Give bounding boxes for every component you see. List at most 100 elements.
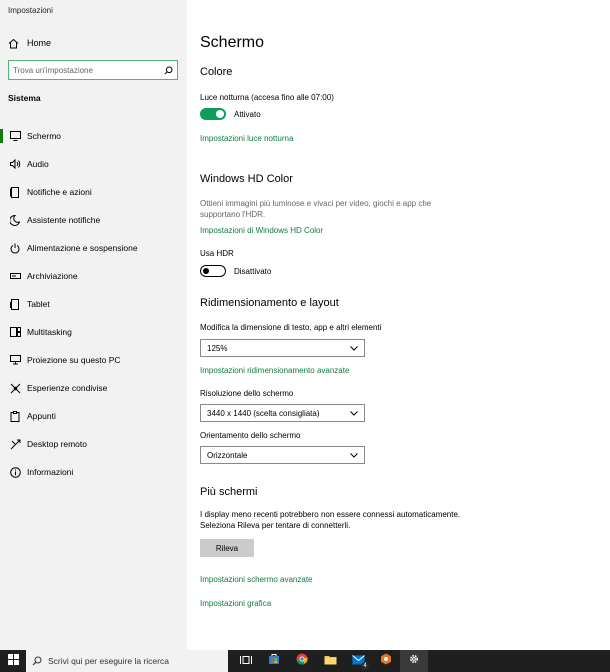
settings-search-box[interactable] xyxy=(8,60,178,80)
multi-display-description: I display meno recenti potrebbero non es… xyxy=(200,510,461,531)
sidebar-item-desktop-remoto[interactable]: Desktop remoto xyxy=(0,430,187,458)
mail-badge: 4 xyxy=(361,662,369,670)
orientation-label: Orientamento dello schermo xyxy=(200,431,301,440)
sidebar-item-esperienze[interactable]: Esperienze condivise xyxy=(0,374,187,402)
power-icon xyxy=(9,242,21,254)
use-hdr-label: Usa HDR xyxy=(200,249,234,258)
sidebar: Impostazioni Home Sistema Schermo Audio … xyxy=(0,0,187,650)
sidebar-item-archiviazione[interactable]: Archiviazione xyxy=(0,262,187,290)
speaker-icon xyxy=(9,158,21,170)
app-button[interactable] xyxy=(372,650,400,672)
sidebar-item-tablet[interactable]: Tablet xyxy=(0,290,187,318)
sidebar-item-informazioni[interactable]: Informazioni xyxy=(0,458,187,486)
sidebar-item-schermo[interactable]: Schermo xyxy=(0,122,187,150)
sidebar-item-label: Notifiche e azioni xyxy=(27,187,92,197)
taskbar-search-box[interactable]: Scrivi qui per eseguire la ricerca xyxy=(26,650,228,672)
sidebar-item-label: Informazioni xyxy=(27,467,74,477)
task-view-icon xyxy=(240,652,252,670)
use-hdr-toggle-row[interactable]: Disattivato xyxy=(200,265,271,277)
home-label: Home xyxy=(27,38,52,48)
home-link[interactable]: Home xyxy=(8,36,51,50)
search-icon xyxy=(32,656,42,666)
main-content: Schermo Colore Luce notturna (accesa fin… xyxy=(187,0,610,650)
night-light-toggle-row[interactable]: Attivato xyxy=(200,108,261,120)
text-size-value: 125% xyxy=(207,343,228,353)
multitasking-icon xyxy=(9,326,21,338)
sidebar-item-label: Esperienze condivise xyxy=(27,383,108,393)
settings-search-input[interactable] xyxy=(13,65,163,75)
orientation-select[interactable]: Orizzontale xyxy=(200,446,365,464)
sidebar-item-notifiche[interactable]: Notifiche e azioni xyxy=(0,178,187,206)
sidebar-item-proiezione[interactable]: Proiezione su questo PC xyxy=(0,346,187,374)
hexagon-app-icon xyxy=(380,652,392,670)
resolution-label: Risoluzione dello schermo xyxy=(200,389,294,398)
night-light-toggle[interactable] xyxy=(200,108,226,120)
monitor-icon xyxy=(9,130,21,142)
sidebar-item-label: Schermo xyxy=(27,131,62,141)
hdr-settings-link[interactable]: Impostazioni di Windows HD Color xyxy=(200,226,323,235)
night-light-label: Luce notturna (accesa fino alle 07:00) xyxy=(200,93,334,102)
hdr-heading: Windows HD Color xyxy=(200,173,293,185)
remote-icon xyxy=(9,438,21,450)
notification-icon xyxy=(9,186,21,198)
projection-icon xyxy=(9,354,21,366)
share-icon xyxy=(9,382,21,394)
chrome-icon xyxy=(296,652,308,670)
hdr-description: Ottieni immagini più luminose e vivaci p… xyxy=(200,199,432,220)
night-light-state: Attivato xyxy=(234,109,261,119)
moon-icon xyxy=(9,214,21,226)
use-hdr-toggle[interactable] xyxy=(200,265,226,277)
taskbar: Scrivi qui per eseguire la ricerca 4 xyxy=(0,650,610,672)
advanced-scaling-link[interactable]: Impostazioni ridimensionamento avanzate xyxy=(200,366,349,375)
tablet-icon xyxy=(9,298,21,310)
sidebar-item-appunti[interactable]: Appunti xyxy=(0,402,187,430)
start-button[interactable] xyxy=(0,650,26,672)
graphics-settings-link[interactable]: Impostazioni grafica xyxy=(200,599,271,608)
clipboard-icon xyxy=(9,410,21,422)
sidebar-item-label: Appunti xyxy=(27,411,56,421)
taskbar-search-placeholder: Scrivi qui per eseguire la ricerca xyxy=(48,656,169,666)
sidebar-item-multitasking[interactable]: Multitasking xyxy=(0,318,187,346)
chevron-down-icon xyxy=(350,409,358,418)
file-explorer-button[interactable] xyxy=(316,650,344,672)
orientation-value: Orizzontale xyxy=(207,450,248,460)
sidebar-item-label: Archiviazione xyxy=(27,271,78,281)
app-title: Impostazioni xyxy=(8,6,53,15)
sidebar-item-audio[interactable]: Audio xyxy=(0,150,187,178)
advanced-display-link[interactable]: Impostazioni schermo avanzate xyxy=(200,575,313,584)
night-light-settings-link[interactable]: Impostazioni luce notturna xyxy=(200,134,293,143)
resolution-value: 3440 x 1440 (scelta consigliata) xyxy=(207,408,320,418)
multi-display-heading: Più schermi xyxy=(200,486,258,498)
use-hdr-state: Disattivato xyxy=(234,266,272,276)
sidebar-item-label: Desktop remoto xyxy=(27,439,87,449)
sidebar-item-label: Proiezione su questo PC xyxy=(27,355,121,365)
sidebar-item-label: Audio xyxy=(27,159,49,169)
section-label: Sistema xyxy=(8,93,41,103)
store-icon xyxy=(268,652,280,670)
colore-heading: Colore xyxy=(200,66,233,78)
sidebar-item-label: Tablet xyxy=(27,299,50,309)
home-icon xyxy=(8,38,20,49)
detect-button[interactable]: Rileva xyxy=(200,539,254,557)
text-size-label: Modifica la dimensione di testo, app e a… xyxy=(200,323,382,332)
scale-heading: Ridimensionamento e layout xyxy=(200,297,339,309)
settings-taskbar-button[interactable] xyxy=(400,650,428,672)
sidebar-item-alimentazione[interactable]: Alimentazione e sospensione xyxy=(0,234,187,262)
chrome-button[interactable] xyxy=(288,650,316,672)
sidebar-item-assistente-notifiche[interactable]: Assistente notifiche xyxy=(0,206,187,234)
page-title: Schermo xyxy=(200,34,265,51)
gear-icon xyxy=(408,652,420,670)
mail-button[interactable]: 4 xyxy=(344,650,372,672)
search-icon[interactable] xyxy=(163,66,173,75)
task-view-button[interactable] xyxy=(232,650,260,672)
sidebar-nav: Schermo Audio Notifiche e azioni Assiste… xyxy=(0,122,187,486)
chevron-down-icon xyxy=(350,344,358,353)
text-size-select[interactable]: 125% xyxy=(200,339,365,357)
sidebar-item-label: Assistente notifiche xyxy=(27,215,101,225)
resolution-select[interactable]: 3440 x 1440 (scelta consigliata) xyxy=(200,404,365,422)
sidebar-item-label: Multitasking xyxy=(27,327,72,337)
store-button[interactable] xyxy=(260,650,288,672)
chevron-down-icon xyxy=(350,451,358,460)
info-icon xyxy=(9,466,21,478)
windows-logo-icon xyxy=(7,652,19,670)
